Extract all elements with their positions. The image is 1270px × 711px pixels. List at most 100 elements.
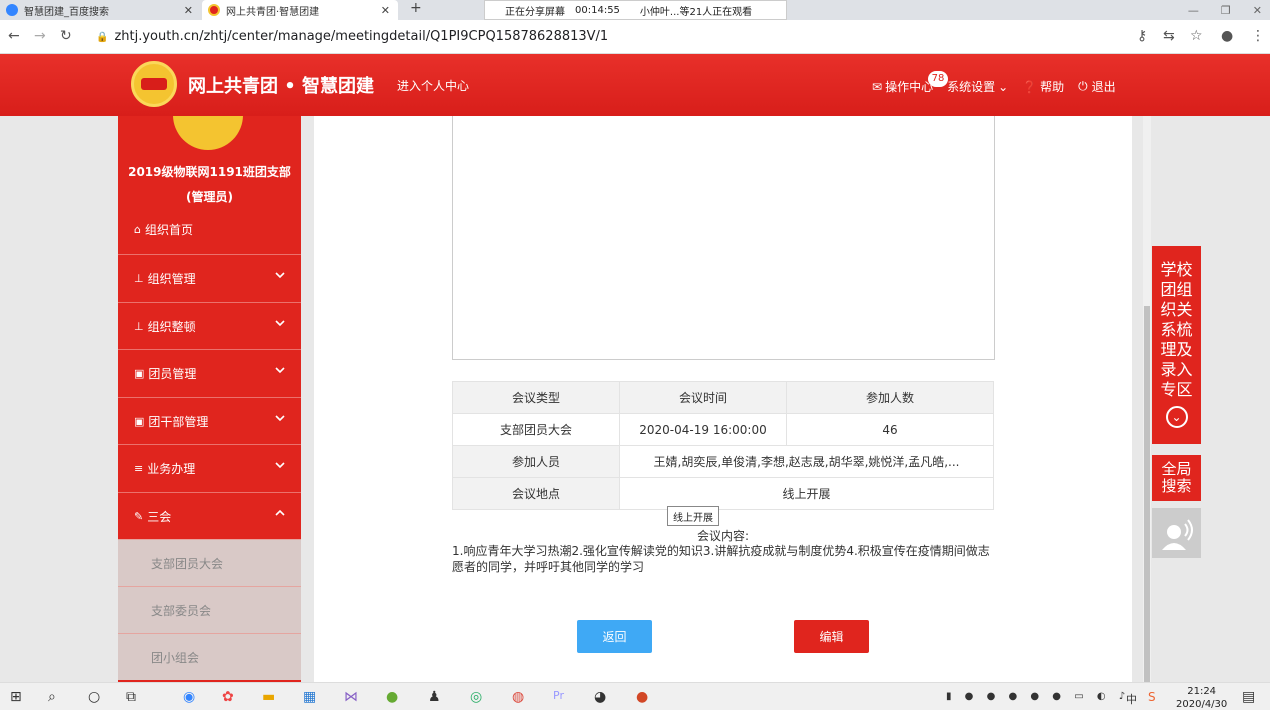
chevron-down-icon	[275, 462, 285, 469]
minimize-icon[interactable]: —	[1188, 4, 1199, 17]
org-chart-icon: ⊥	[134, 319, 144, 333]
search-icon[interactable]: ⌕	[48, 689, 56, 705]
power-icon: ⏻	[1078, 79, 1088, 93]
ops-center-link[interactable]: ✉ 操作中心	[872, 78, 933, 95]
personal-center-link[interactable]: 进入个人中心	[397, 77, 469, 94]
chevron-down-icon: ⌄	[998, 79, 1009, 94]
qq-icon[interactable]: ♟	[428, 689, 441, 705]
sidebar-item-org-manage[interactable]: ⊥ 组织管理	[118, 254, 301, 301]
youth-league-icon	[208, 4, 220, 16]
ops-badge: 78	[928, 71, 948, 87]
sidebar-item-members[interactable]: ▣ 团员管理	[118, 349, 301, 396]
visual-studio-icon[interactable]: ⋈	[344, 689, 358, 705]
baidu-netdisk-icon[interactable]: ◉	[183, 689, 195, 705]
participants-label: 参加人员	[452, 445, 620, 478]
customer-service-icon	[1162, 519, 1193, 550]
reload-icon[interactable]: ↻	[60, 28, 72, 44]
url-field[interactable]: 🔒 zhtj.youth.cn/zhtj/center/manage/meetin…	[96, 29, 608, 44]
tab-baidu-search[interactable]: 智慧团建_百度搜索 ✕	[6, 0, 201, 20]
location-label: 会议地点	[452, 477, 620, 510]
header-time: 会议时间	[619, 381, 787, 414]
home-icon: ⌂	[134, 223, 141, 236]
chevron-down-icon	[275, 320, 285, 327]
meeting-info-table: 会议类型 会议时间 参加人数 支部团员大会 2020-04-19 16:00:0…	[452, 381, 994, 510]
taskbar-clock[interactable]: 21:24 2020/4/30	[1176, 685, 1227, 711]
meeting-count: 46	[786, 413, 994, 446]
app-icon[interactable]: ●	[386, 689, 398, 705]
address-bar: ← → ↻ 🔒 zhtj.youth.cn/zhtj/center/manage/…	[0, 20, 1270, 54]
back-button[interactable]: 返回	[577, 620, 652, 653]
submenu-general-meeting[interactable]: 支部团员大会	[118, 539, 301, 586]
help-label: 帮助	[1040, 80, 1065, 94]
special-zone-label: 学校团组织关系梳理及录入专区	[1160, 260, 1193, 399]
sidebar: 2019级物联网1191班团支部 (管理员) ⌂ 组织首页 ⊥ 组织管理 ⊥ 组织整顿…	[118, 116, 301, 682]
close-tab-icon[interactable]: ✕	[381, 4, 390, 17]
special-zone-panel[interactable]: 学校团组织关系梳理及录入专区 ⌄	[1152, 246, 1201, 444]
lock-icon: 🔒	[96, 32, 109, 43]
edit-button[interactable]: 编辑	[794, 620, 869, 653]
sidebar-item-org-rectify[interactable]: ⊥ 组织整顿	[118, 302, 301, 349]
tab-label: 网上共青团·智慧团建	[226, 6, 320, 18]
submenu-group-meeting[interactable]: 团小组会	[118, 633, 301, 680]
org-name: 2019级物联网1191班团支部 (管理员)	[118, 160, 301, 210]
customer-service-button[interactable]	[1152, 508, 1201, 558]
global-search-label: 全局搜索	[1161, 460, 1192, 495]
table-header-row: 会议类型 会议时间 参加人数	[452, 381, 994, 414]
ime-indicator[interactable]: 中	[1126, 691, 1137, 707]
share-status: 正在分享屏幕	[505, 6, 565, 18]
settings-menu[interactable]: 系统设置 ⌄	[947, 78, 1008, 95]
key-icon[interactable]: ⚷	[1137, 28, 1147, 44]
share-elapsed: 00:14:55	[575, 4, 620, 16]
close-window-icon[interactable]: ✕	[1253, 4, 1262, 17]
sidebar-item-label: 团干部管理	[148, 414, 209, 429]
premiere-icon[interactable]: Pr	[553, 689, 564, 702]
edit-icon: ✎	[134, 509, 144, 523]
forward-arrow-icon[interactable]: →	[34, 28, 46, 44]
restore-icon[interactable]: ❐	[1221, 4, 1231, 17]
sogou-icon[interactable]: S	[1148, 690, 1156, 704]
translate-icon[interactable]: ⇆	[1163, 28, 1175, 44]
windows-taskbar: ⊞ ⌕ ○ ⧉ ◉ ✿ ▬ ▦ ⋈ ● ♟ ◎ ◍ Pr ◕ ● ▮ ● ● ●…	[0, 682, 1270, 710]
new-tab-button[interactable]: +	[410, 0, 422, 16]
header-count: 参加人数	[786, 381, 994, 414]
chevron-up-icon	[275, 509, 285, 516]
scrollbar-thumb[interactable]	[1144, 306, 1150, 682]
submenu-committee-meeting[interactable]: 支部委员会	[118, 586, 301, 633]
sidebar-item-home[interactable]: ⌂ 组织首页	[118, 206, 301, 253]
bookmark-star-icon[interactable]: ☆	[1190, 28, 1203, 44]
cortana-icon[interactable]: ○	[88, 689, 100, 705]
store-icon[interactable]: ▦	[303, 689, 316, 705]
question-icon: ❓	[1022, 79, 1038, 94]
help-link[interactable]: ❓ 帮助	[1022, 78, 1064, 95]
task-view-icon[interactable]: ⧉	[126, 689, 136, 705]
app-icon[interactable]: ✿	[222, 689, 234, 705]
profile-icon[interactable]: ●	[1221, 28, 1233, 44]
tab-zhtj[interactable]: 网上共青团·智慧团建 ✕	[202, 0, 398, 20]
share-viewers: 小仲叶...等21人正在观看	[639, 6, 753, 18]
sidebar-item-three-meetings[interactable]: ✎ 三会	[118, 492, 301, 539]
member-icon: ▣	[134, 414, 145, 428]
content-text: 1.响应青年大学习热潮2.强化宣传解读党的知识3.讲解抗疫成就与制度优势4.积极…	[452, 544, 990, 574]
org-emblem	[173, 116, 243, 150]
content-label: 会议内容:	[696, 529, 750, 543]
avatar-app-icon[interactable]: ◕	[594, 689, 606, 705]
menu-dots-icon[interactable]: ⋮	[1251, 28, 1265, 44]
youth-league-logo[interactable]	[131, 61, 177, 107]
windows-start-icon[interactable]: ⊞	[10, 689, 22, 705]
sidebar-item-cadres[interactable]: ▣ 团干部管理	[118, 397, 301, 444]
file-explorer-icon[interactable]: ▬	[262, 689, 275, 705]
wechat-icon[interactable]: ◎	[470, 689, 482, 705]
sidebar-item-business[interactable]: ≡ 业务办理	[118, 444, 301, 491]
logout-link[interactable]: ⏻ 退出	[1078, 78, 1116, 95]
system-tray-icons[interactable]: ▮ ● ● ● ● ● ▭ ◐ ♪	[946, 691, 1130, 702]
global-search-button[interactable]: 全局搜索	[1152, 455, 1201, 501]
site-title[interactable]: 网上共青团 • 智慧团建	[188, 72, 374, 98]
notification-icon[interactable]: ▤	[1242, 689, 1255, 705]
back-arrow-icon[interactable]: ←	[8, 28, 20, 44]
chrome-icon[interactable]: ◍	[512, 689, 524, 705]
powerpoint-icon[interactable]: ●	[636, 689, 648, 705]
header-type: 会议类型	[452, 381, 620, 414]
chevron-down-icon	[275, 272, 285, 279]
location-tooltip: 线上开展	[667, 506, 719, 526]
close-tab-icon[interactable]: ✕	[184, 4, 193, 17]
